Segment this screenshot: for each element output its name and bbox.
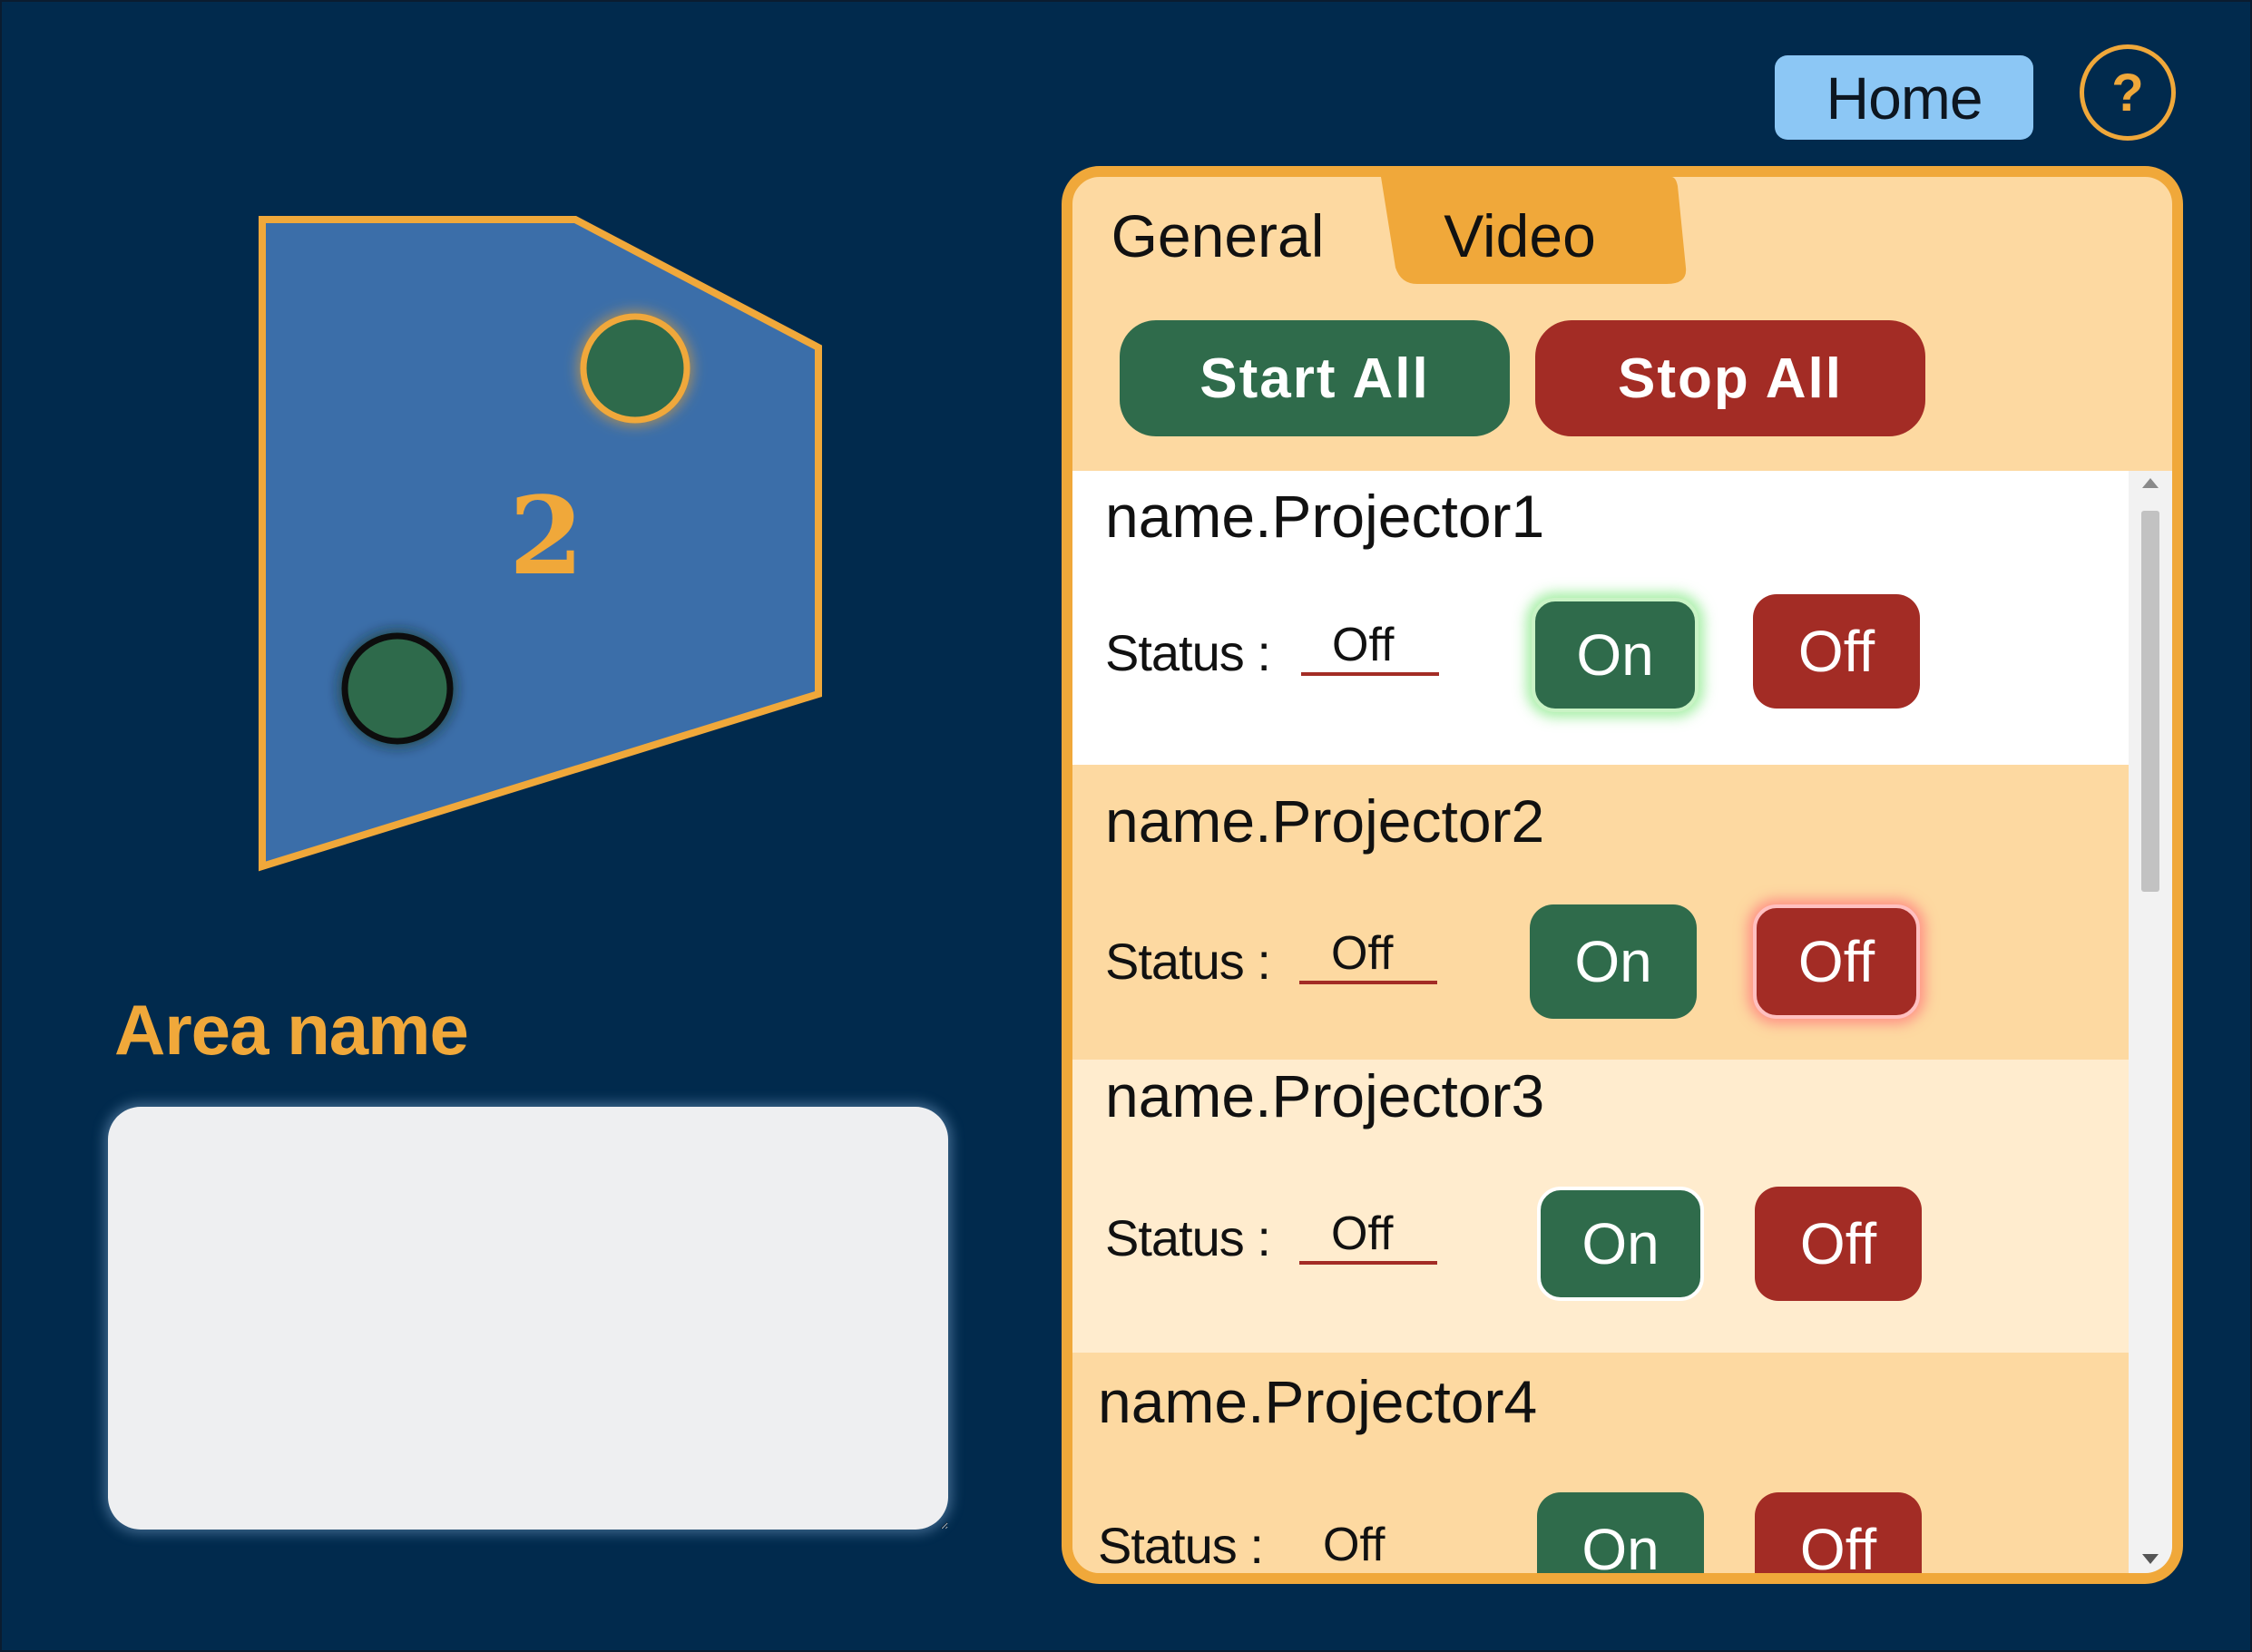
projector-marker-active[interactable]: [580, 313, 690, 424]
stop-all-button[interactable]: Stop All: [1535, 320, 1925, 436]
area-number: 2: [509, 473, 583, 599]
scroll-down-arrow-icon[interactable]: [2142, 1554, 2159, 1564]
projector-row: name.Projector1 Status : Off On Off: [1072, 471, 2129, 765]
status-underline: [1301, 672, 1439, 676]
status-label: Status :: [1098, 1517, 1264, 1574]
status-label: Status :: [1105, 1209, 1271, 1266]
projector-marker[interactable]: [341, 632, 454, 745]
projector-name: name.Projector2: [1105, 787, 1545, 855]
off-button[interactable]: Off: [1755, 1492, 1922, 1573]
status-value: Off: [1331, 1207, 1394, 1260]
projector-name: name.Projector4: [1098, 1368, 1538, 1435]
status-label: Status :: [1105, 624, 1271, 681]
area-name-label: Area name: [114, 990, 469, 1070]
projector-row: name.Projector2 Status : Off On Off: [1072, 765, 2129, 1060]
scroll-thumb[interactable]: [2141, 511, 2159, 892]
on-button[interactable]: On: [1537, 1492, 1704, 1573]
status-value: Off: [1332, 619, 1395, 671]
help-icon[interactable]: ?: [2080, 44, 2176, 141]
projector-row: name.Projector3 Status : Off On Off: [1072, 1060, 2129, 1353]
start-all-button[interactable]: Start All: [1120, 320, 1510, 436]
status-underline: [1299, 981, 1437, 984]
status-label: Status :: [1105, 933, 1271, 990]
status-underline: [1299, 1261, 1437, 1265]
scrollbar[interactable]: [2129, 471, 2172, 1573]
area-map: 2: [259, 216, 822, 872]
tab-video[interactable]: Video: [1379, 186, 1660, 286]
tab-general[interactable]: General: [1109, 186, 1327, 286]
on-button[interactable]: On: [1532, 598, 1699, 712]
scroll-up-arrow-icon[interactable]: [2142, 478, 2159, 488]
off-button[interactable]: Off: [1753, 594, 1920, 709]
on-button[interactable]: On: [1530, 904, 1697, 1019]
control-panel: General Video Start All Stop All name.Pr…: [1062, 166, 2183, 1584]
home-button[interactable]: Home: [1775, 55, 2033, 140]
projector-name: name.Projector3: [1105, 1062, 1545, 1129]
off-button[interactable]: Off: [1753, 904, 1920, 1019]
projector-row: name.Projector4 Status : Off On Off: [1072, 1353, 2129, 1574]
area-name-field[interactable]: [108, 1107, 948, 1530]
projector-name: name.Projector1: [1105, 483, 1545, 550]
status-value: Off: [1331, 927, 1394, 980]
projector-list[interactable]: name.Projector1 Status : Off On Off name…: [1072, 471, 2129, 1574]
on-button[interactable]: On: [1537, 1187, 1704, 1301]
status-value: Off: [1323, 1519, 1385, 1571]
off-button[interactable]: Off: [1755, 1187, 1922, 1301]
